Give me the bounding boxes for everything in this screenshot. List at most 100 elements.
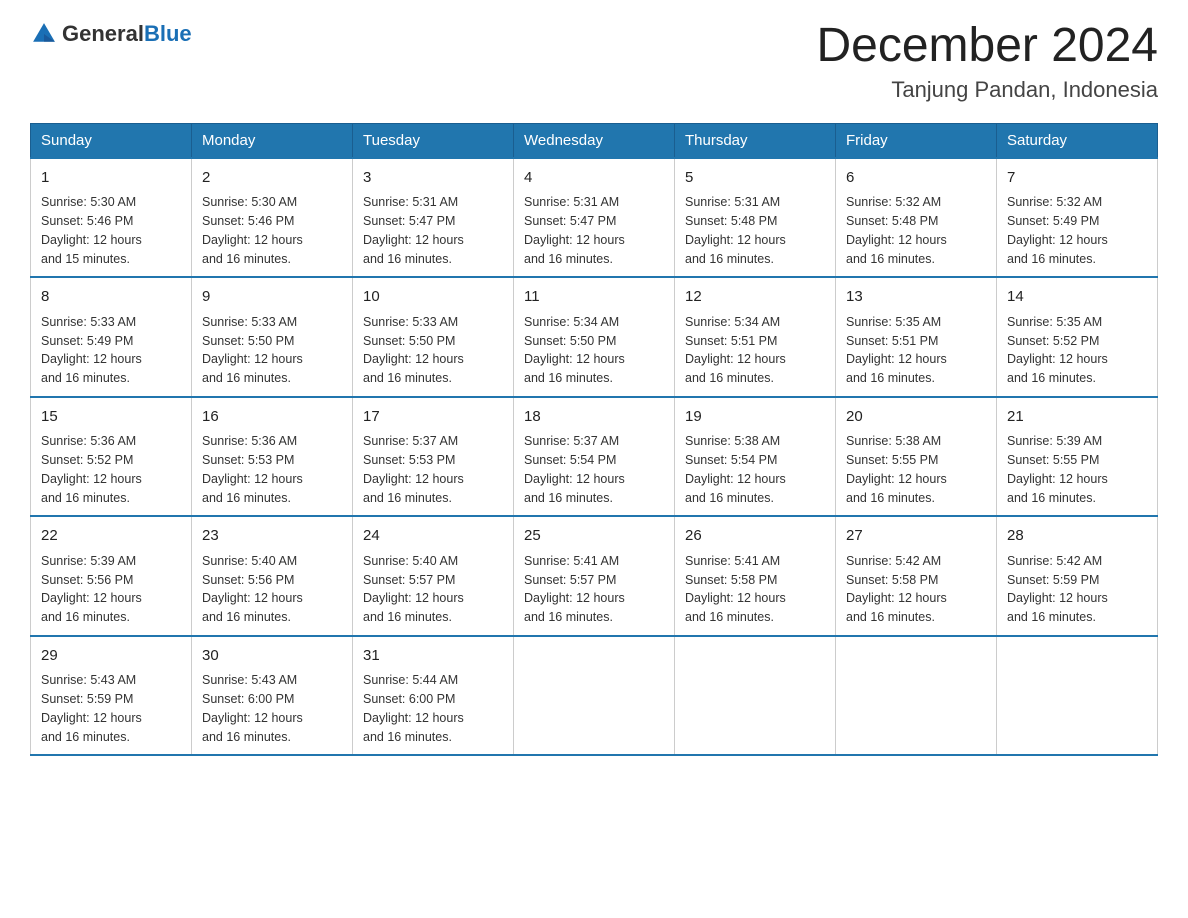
calendar-cell: 19Sunrise: 5:38 AM Sunset: 5:54 PM Dayli… [675,397,836,517]
calendar-cell: 21 Sunrise: 5:39 AM Sunset: 5:55 PM Dayli… [997,397,1158,517]
day-info: Sunrise: 5:34 AM Sunset: 5:51 PM Dayligh… [685,313,825,388]
day-number: 31 [363,645,503,668]
day-number: 22 [41,525,181,548]
day-info: Sunrise: 5:39 AM Sunset: 5:55 PM Dayligh… [1007,432,1147,507]
week-row-4: 22Sunrise: 5:39 AM Sunset: 5:56 PM Dayli… [31,516,1158,636]
day-info: Sunrise: 5:41 AM Sunset: 5:57 PM Dayligh… [524,552,664,627]
day-number: 26 [685,525,825,548]
day-number: 27 [846,525,986,548]
day-number: 5 [685,167,825,190]
calendar-header: SundayMondayTuesdayWednesdayThursdayFrid… [31,123,1158,158]
calendar-cell: 10 Sunrise: 5:33 AM Sunset: 5:50 PM Dayli… [353,277,514,397]
calendar-cell: 6 Sunrise: 5:32 AM Sunset: 5:48 PM Daylig… [836,158,997,278]
day-number: 13 [846,286,986,309]
day-number: 20 [846,406,986,429]
day-info: Sunrise: 5:33 AM Sunset: 5:50 PM Dayligh… [202,313,342,388]
day-number: 14 [1007,286,1147,309]
logo-text-blue: Blue [144,21,192,46]
day-info: Sunrise: 5:43 AM Sunset: 6:00 PM Dayligh… [202,671,342,746]
day-number: 30 [202,645,342,668]
day-info: Sunrise: 5:40 AM Sunset: 5:56 PM Dayligh… [202,552,342,627]
calendar-cell: 7Sunrise: 5:32 AM Sunset: 5:49 PM Daylig… [997,158,1158,278]
day-number: 9 [202,286,342,309]
calendar-title: December 2024 [816,20,1158,73]
calendar-cell: 8 Sunrise: 5:33 AM Sunset: 5:49 PM Daylig… [31,277,192,397]
header-sunday: Sunday [31,123,192,158]
calendar-cell: 23 Sunrise: 5:40 AM Sunset: 5:56 PM Dayli… [192,516,353,636]
calendar-cell: 30 Sunrise: 5:43 AM Sunset: 6:00 PM Dayli… [192,636,353,756]
calendar-cell: 29 Sunrise: 5:43 AM Sunset: 5:59 PM Dayli… [31,636,192,756]
page-header: GeneralBlue December 2024 Tanjung Pandan… [30,20,1158,103]
title-section: December 2024 Tanjung Pandan, Indonesia [816,20,1158,103]
logo-icon [30,20,58,48]
day-info: Sunrise: 5:33 AM Sunset: 5:50 PM Dayligh… [363,313,503,388]
day-info: Sunrise: 5:38 AM Sunset: 5:55 PM Dayligh… [846,432,986,507]
week-row-1: 1 Sunrise: 5:30 AM Sunset: 5:46 PM Daylig… [31,158,1158,278]
calendar-subtitle: Tanjung Pandan, Indonesia [816,77,1158,103]
day-number: 11 [524,286,664,309]
day-info: Sunrise: 5:33 AM Sunset: 5:49 PM Dayligh… [41,313,181,388]
header-friday: Friday [836,123,997,158]
day-number: 29 [41,645,181,668]
day-number: 4 [524,167,664,190]
calendar-cell: 2Sunrise: 5:30 AM Sunset: 5:46 PM Daylig… [192,158,353,278]
day-info: Sunrise: 5:41 AM Sunset: 5:58 PM Dayligh… [685,552,825,627]
day-info: Sunrise: 5:32 AM Sunset: 5:48 PM Dayligh… [846,193,986,268]
calendar-cell: 14 Sunrise: 5:35 AM Sunset: 5:52 PM Dayli… [997,277,1158,397]
calendar-cell: 24 Sunrise: 5:40 AM Sunset: 5:57 PM Dayli… [353,516,514,636]
calendar-cell: 18Sunrise: 5:37 AM Sunset: 5:54 PM Dayli… [514,397,675,517]
day-number: 23 [202,525,342,548]
day-number: 16 [202,406,342,429]
day-number: 6 [846,167,986,190]
day-number: 12 [685,286,825,309]
calendar-cell: 17Sunrise: 5:37 AM Sunset: 5:53 PM Dayli… [353,397,514,517]
header-saturday: Saturday [997,123,1158,158]
day-number: 2 [202,167,342,190]
day-info: Sunrise: 5:44 AM Sunset: 6:00 PM Dayligh… [363,671,503,746]
day-number: 17 [363,406,503,429]
day-info: Sunrise: 5:43 AM Sunset: 5:59 PM Dayligh… [41,671,181,746]
day-number: 8 [41,286,181,309]
day-number: 21 [1007,406,1147,429]
day-number: 24 [363,525,503,548]
calendar-cell [997,636,1158,756]
week-row-2: 8 Sunrise: 5:33 AM Sunset: 5:49 PM Daylig… [31,277,1158,397]
calendar-cell: 31 Sunrise: 5:44 AM Sunset: 6:00 PM Dayli… [353,636,514,756]
week-row-5: 29 Sunrise: 5:43 AM Sunset: 5:59 PM Dayli… [31,636,1158,756]
header-thursday: Thursday [675,123,836,158]
calendar-cell: 15 Sunrise: 5:36 AM Sunset: 5:52 PM Dayli… [31,397,192,517]
day-info: Sunrise: 5:31 AM Sunset: 5:47 PM Dayligh… [524,193,664,268]
calendar-cell [675,636,836,756]
calendar-cell: 11Sunrise: 5:34 AM Sunset: 5:50 PM Dayli… [514,277,675,397]
calendar-body: 1 Sunrise: 5:30 AM Sunset: 5:46 PM Daylig… [31,158,1158,756]
day-number: 10 [363,286,503,309]
calendar-cell: 27 Sunrise: 5:42 AM Sunset: 5:58 PM Dayli… [836,516,997,636]
calendar-cell: 13Sunrise: 5:35 AM Sunset: 5:51 PM Dayli… [836,277,997,397]
day-info: Sunrise: 5:40 AM Sunset: 5:57 PM Dayligh… [363,552,503,627]
header-tuesday: Tuesday [353,123,514,158]
logo: GeneralBlue [30,20,192,48]
calendar-cell: 12 Sunrise: 5:34 AM Sunset: 5:51 PM Dayli… [675,277,836,397]
logo-text-general: General [62,21,144,46]
day-info: Sunrise: 5:31 AM Sunset: 5:47 PM Dayligh… [363,193,503,268]
calendar-cell: 28Sunrise: 5:42 AM Sunset: 5:59 PM Dayli… [997,516,1158,636]
calendar-table: SundayMondayTuesdayWednesdayThursdayFrid… [30,123,1158,757]
day-number: 1 [41,167,181,190]
day-info: Sunrise: 5:42 AM Sunset: 5:58 PM Dayligh… [846,552,986,627]
day-info: Sunrise: 5:36 AM Sunset: 5:52 PM Dayligh… [41,432,181,507]
day-number: 3 [363,167,503,190]
day-info: Sunrise: 5:31 AM Sunset: 5:48 PM Dayligh… [685,193,825,268]
day-number: 15 [41,406,181,429]
calendar-cell: 3 Sunrise: 5:31 AM Sunset: 5:47 PM Daylig… [353,158,514,278]
day-info: Sunrise: 5:30 AM Sunset: 5:46 PM Dayligh… [41,193,181,268]
calendar-cell [836,636,997,756]
day-number: 25 [524,525,664,548]
calendar-cell: 26 Sunrise: 5:41 AM Sunset: 5:58 PM Dayli… [675,516,836,636]
calendar-cell: 20 Sunrise: 5:38 AM Sunset: 5:55 PM Dayli… [836,397,997,517]
calendar-cell: 25 Sunrise: 5:41 AM Sunset: 5:57 PM Dayli… [514,516,675,636]
day-number: 18 [524,406,664,429]
day-info: Sunrise: 5:35 AM Sunset: 5:52 PM Dayligh… [1007,313,1147,388]
day-info: Sunrise: 5:38 AM Sunset: 5:54 PM Dayligh… [685,432,825,507]
day-number: 7 [1007,167,1147,190]
day-number: 28 [1007,525,1147,548]
